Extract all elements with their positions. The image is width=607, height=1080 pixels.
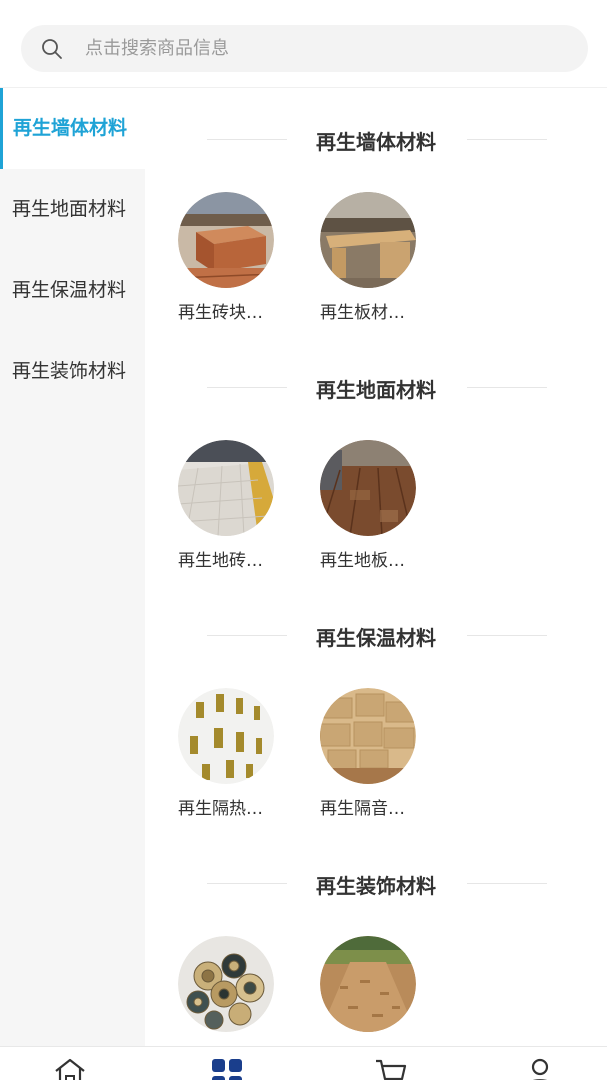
sidebar-item-wall[interactable]: 再生墙体材料 [0,88,145,169]
product-card[interactable] [178,936,288,1042]
category-icon [212,1059,242,1080]
divider [467,139,547,140]
floor-tile-image [178,440,274,536]
sidebar-item-insulation[interactable]: 再生保温材料 [0,250,145,331]
board-image [320,192,416,288]
wood-chips-image [320,936,416,1032]
divider [467,387,547,388]
product-card[interactable]: 再生砖块… [178,192,288,323]
brick-image [178,192,274,288]
home-icon [55,1058,85,1080]
section-title: 再生地面材料 [316,378,436,402]
section-header: 再生墙体材料 [145,88,607,192]
cart-icon [376,1059,407,1080]
user-icon [531,1058,549,1080]
section-header: 再生装饰材料 [145,832,607,936]
product-list: 再生墙体材料 再生砖块… 再生板材… 再生地面材料 再生地砖… 再生地板… 再生… [145,88,607,1046]
product-card[interactable]: 再生地板… [320,440,430,571]
product-name: 再生地砖… [178,551,263,571]
sound-panel-image [320,688,416,784]
section-floor: 再生地面材料 再生地砖… 再生地板… [145,336,607,584]
wood-floor-image [320,440,416,536]
sidebar-item-floor[interactable]: 再生地面材料 [0,169,145,250]
sidebar-item-decoration[interactable]: 再生装饰材料 [0,331,145,412]
divider [467,883,547,884]
app-root: 点击搜索商品信息 再生墙体材料 再生地面材料 再生保温材料 再生装饰材料 再生墙… [0,0,607,1080]
section-title: 再生墙体材料 [316,130,436,154]
product-card[interactable]: 再生地砖… [178,440,288,571]
search-icon [42,39,62,59]
section-wall: 再生墙体材料 再生砖块… 再生板材… [145,88,607,336]
product-name: 再生板材… [320,303,405,323]
section-insulation: 再生保温材料 再生隔热… 再生隔音… [145,584,607,832]
insulation-panel-image [178,688,274,784]
search-placeholder: 点击搜索商品信息 [85,38,229,59]
search-input[interactable]: 点击搜索商品信息 [21,25,588,72]
section-title: 再生装饰材料 [316,874,436,898]
decor-discs-image [178,936,274,1032]
product-card[interactable]: 再生隔音… [320,688,430,819]
product-name: 再生隔音… [320,799,405,819]
bottom-tab-bar [0,1046,607,1080]
product-card[interactable] [320,936,430,1042]
tab-category[interactable] [210,1057,244,1080]
section-header: 再生保温材料 [145,584,607,688]
search-bar: 点击搜索商品信息 [0,0,607,88]
tab-cart[interactable] [374,1057,408,1080]
category-sidebar: 再生墙体材料 再生地面材料 再生保温材料 再生装饰材料 [0,88,145,1046]
product-card[interactable]: 再生隔热… [178,688,288,819]
section-header: 再生地面材料 [145,336,607,440]
divider [467,635,547,636]
section-title: 再生保温材料 [316,626,436,650]
product-card[interactable]: 再生板材… [320,192,430,323]
product-name: 再生砖块… [178,303,263,323]
tab-home[interactable] [53,1057,87,1080]
tab-profile[interactable] [523,1057,557,1080]
product-name: 再生隔热… [178,799,263,819]
section-decoration: 再生装饰材料 [145,832,607,1046]
product-name: 再生地板… [320,551,405,571]
